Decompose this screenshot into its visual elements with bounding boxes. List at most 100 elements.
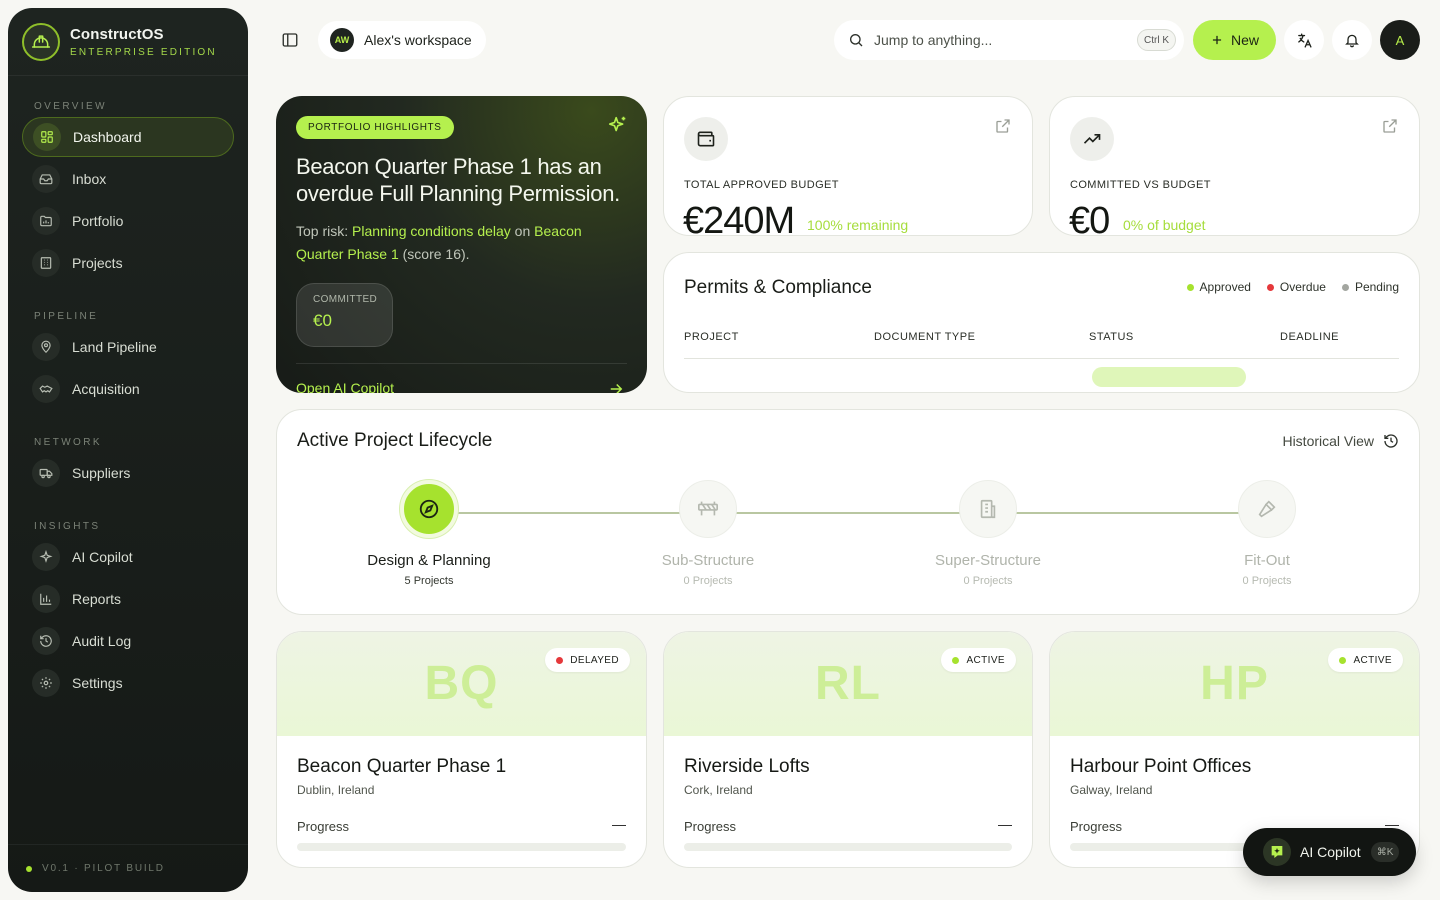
sidebar-item-ai-copilot[interactable]: AI Copilot (22, 537, 234, 577)
sidebar-item-portfolio[interactable]: Portfolio (22, 201, 234, 241)
hardhat-logo-icon (22, 22, 60, 61)
sidebar-item-audit-log[interactable]: Audit Log (22, 621, 234, 661)
brand-name: ConstructOS (70, 25, 164, 43)
external-link-icon[interactable] (994, 117, 1012, 135)
divider (296, 363, 627, 364)
translate-icon (1297, 32, 1312, 48)
sidebar-item-dashboard[interactable]: Dashboard (22, 117, 234, 157)
language-button[interactable] (1284, 20, 1324, 60)
history-icon (1384, 434, 1398, 448)
search-shortcut: Ctrl K (1137, 29, 1176, 51)
dashboard-icon (33, 123, 61, 151)
sidebar-footer: V0.1 · PILOT BUILD (8, 844, 248, 892)
lifecycle-track (429, 512, 1267, 514)
stage-name: Fit-Out (1244, 552, 1290, 569)
stat-sub: 100% remaining (807, 217, 909, 233)
brand[interactable]: ConstructOS ENTERPRISE EDITION (8, 8, 248, 76)
legend-dot (1186, 283, 1194, 291)
sidebar-item-label: Audit Log (72, 633, 132, 649)
stage-sub-structure[interactable]: Sub-Structure 0 Projects (618, 480, 798, 587)
status-dot (556, 656, 564, 664)
progress-label: Progress (684, 819, 737, 834)
notifications-button[interactable] (1332, 20, 1372, 60)
progress-bar (297, 843, 626, 851)
sidebar-item-land-pipeline[interactable]: Land Pipeline (22, 327, 234, 367)
stat-sub: 0% of budget (1123, 217, 1206, 233)
legend-approved: Approved (1186, 280, 1251, 294)
column-header-project[interactable]: PROJECT (684, 331, 739, 343)
lifecycle-track-fill (429, 512, 1267, 514)
committed-label: COMMITTED (313, 294, 378, 305)
stage-name: Super-Structure (935, 552, 1041, 569)
highlight-title: Beacon Quarter Phase 1 has an overdue Fu… (296, 154, 620, 206)
portfolio-highlights-card: PORTFOLIO HIGHLIGHTS Beacon Quarter Phas… (276, 96, 647, 393)
section-overview: OVERVIEW (34, 101, 107, 112)
handshake-icon (32, 375, 60, 403)
panel-left-icon (282, 33, 298, 47)
sidebar-item-acquisition[interactable]: Acquisition (22, 369, 234, 409)
gear-icon (32, 669, 60, 697)
search-input[interactable] (874, 32, 1124, 48)
copilot-icon (1263, 838, 1291, 866)
section-insights: INSIGHTS (34, 521, 101, 532)
truck-icon (32, 459, 60, 487)
new-button-label: New (1230, 32, 1259, 48)
trending-up-icon (1070, 117, 1114, 161)
stage-fit-out[interactable]: Fit-Out 0 Projects (1177, 480, 1357, 587)
history-icon (32, 627, 60, 655)
status-label: ACTIVE (966, 654, 1005, 666)
project-card-beacon-quarter[interactable]: BQ DELAYED Beacon Quarter Phase 1 Dublin… (276, 631, 647, 868)
column-header-document-type[interactable]: DOCUMENT TYPE (874, 331, 975, 343)
status-dot (1339, 656, 1347, 664)
bell-icon (1345, 34, 1359, 48)
highlights-badge: PORTFOLIO HIGHLIGHTS (296, 116, 454, 139)
new-button[interactable]: New (1193, 20, 1276, 60)
committed-tile: COMMITTED €0 (296, 283, 393, 347)
stat-value: €240M (683, 200, 795, 236)
copilot-label: AI Copilot (1300, 844, 1361, 860)
committed-vs-budget-card[interactable]: COMMITTED VS BUDGET €0 0% of budget (1049, 96, 1420, 236)
sidebar-item-reports[interactable]: Reports (22, 579, 234, 619)
progress-value: — (612, 816, 626, 832)
project-location: Galway, Ireland (1070, 783, 1153, 797)
total-budget-card[interactable]: TOTAL APPROVED BUDGET €240M 100% remaini… (663, 96, 1033, 236)
project-card-riverside-lofts[interactable]: RL ACTIVE Riverside Lofts Cork, Ireland … (663, 631, 1033, 868)
sidebar-item-inbox[interactable]: Inbox (22, 159, 234, 199)
arrow-right-icon[interactable] (607, 380, 625, 393)
project-name: Harbour Point Offices (1070, 756, 1252, 777)
permits-legend: Approved Overdue Pending (1171, 280, 1399, 294)
status-label: ACTIVE (1353, 654, 1392, 666)
stage-count: 5 Projects (404, 575, 454, 587)
lifecycle-title: Active Project Lifecycle (297, 430, 493, 451)
sidebar-item-settings[interactable]: Settings (22, 663, 234, 703)
section-pipeline: PIPELINE (34, 311, 99, 322)
legend-label: Overdue (1279, 280, 1326, 294)
sidebar-item-projects[interactable]: Projects (22, 243, 234, 283)
sidebar-item-suppliers[interactable]: Suppliers (22, 453, 234, 493)
risk-score: (score 16). (398, 246, 470, 262)
open-copilot-link[interactable]: Open AI Copilot (296, 380, 394, 393)
copilot-shortcut: ⌘K (1370, 842, 1400, 862)
historical-view-button[interactable]: Historical View (1282, 433, 1399, 449)
status-badge: ACTIVE (941, 648, 1016, 672)
inbox-icon (32, 165, 60, 193)
workspace-switcher[interactable]: AW Alex's workspace (318, 21, 486, 59)
sidebar-toggle-button[interactable] (274, 24, 306, 56)
legend-pending: Pending (1341, 280, 1399, 294)
external-link-icon[interactable] (1381, 117, 1399, 135)
search-bar[interactable]: Ctrl K (834, 20, 1184, 60)
legend-overdue: Overdue (1266, 280, 1326, 294)
sidebar-item-label: Acquisition (72, 381, 140, 397)
stage-super-structure[interactable]: Super-Structure 0 Projects (898, 480, 1078, 587)
column-header-deadline[interactable]: DEADLINE (1280, 331, 1339, 343)
risk-name: Planning conditions delay (352, 223, 511, 239)
user-avatar[interactable]: A (1380, 20, 1420, 60)
map-pin-icon (32, 333, 60, 361)
sidebar-item-label: Reports (72, 591, 122, 607)
ai-copilot-button[interactable]: AI Copilot ⌘K (1243, 828, 1416, 876)
sidebar-item-label: Inbox (72, 171, 107, 187)
committed-value: €0 (313, 311, 332, 330)
column-header-status[interactable]: STATUS (1089, 331, 1134, 343)
permits-compliance-card: Permits & Compliance Approved Overdue Pe… (663, 252, 1420, 393)
stage-design-planning[interactable]: Design & Planning 5 Projects (339, 480, 519, 587)
